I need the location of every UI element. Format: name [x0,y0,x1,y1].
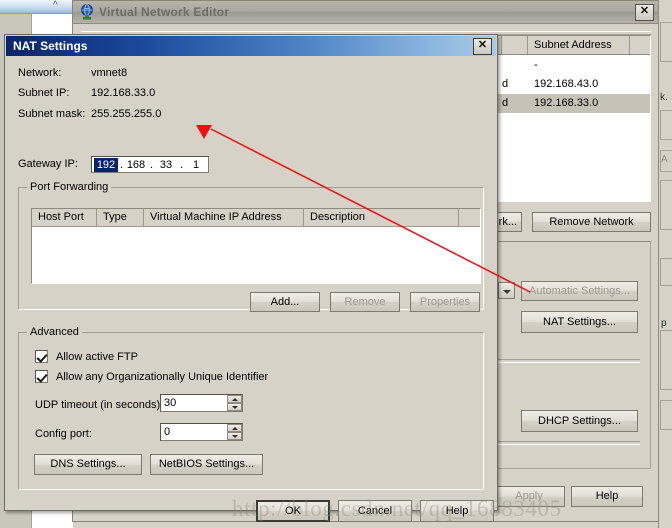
allow-active-ftp-checkbox[interactable] [35,350,48,363]
network-value: vmnet8 [91,67,128,79]
subnet-mask-value: 255.255.255.0 [91,108,162,120]
stepper-up-icon[interactable] [227,424,242,432]
advanced-group: Advanced Allow active FTP Allow any Orga… [18,326,484,490]
dns-settings-button[interactable]: DNS Settings... [34,454,142,475]
allow-active-ftp-label: Allow active FTP [56,351,138,363]
pf-col-spacer[interactable] [459,209,480,226]
vne-row-type-fragment: d [502,78,509,90]
globe-network-icon [81,4,93,20]
left-window-titlebar [0,0,72,14]
vne-title: Virtual Network Editor [99,5,230,19]
gateway-ip-input[interactable]: 192 . 168 . 33 . 1 [91,156,209,173]
gateway-ip-label: Gateway IP: [18,158,78,170]
udp-timeout-input[interactable]: 30 [160,394,243,412]
config-port-stepper[interactable] [227,424,242,440]
vne-divider-1 [493,359,640,363]
gateway-ip-dot-3: . [180,159,184,171]
port-forwarding-remove-button: Remove [330,292,400,312]
pf-col-vm-ip-address[interactable]: Virtual Machine IP Address [144,209,304,226]
gateway-ip-octet-3[interactable]: 33 [154,158,178,172]
udp-timeout-value: 30 [164,397,177,409]
right-window-fragment-a: k. [660,92,668,103]
vne-help-button[interactable]: Help [571,486,643,507]
remove-network-button[interactable]: Remove Network [532,212,651,232]
vne-col-header-right[interactable] [630,36,650,54]
nat-settings-button[interactable]: NAT Settings... [521,311,638,333]
vne-row-type-fragment: d [502,97,509,109]
stepper-down-icon[interactable] [227,403,242,411]
watermark-text: http://blog.csdn.net/qq_16883405 [232,496,562,521]
netbios-settings-button[interactable]: NetBIOS Settings... [150,454,263,475]
port-forwarding-group: Port Forwarding Host Port Type Virtual M… [18,181,484,312]
udp-timeout-label: UDP timeout (in seconds): [35,399,164,411]
right-window-fragment-b: A [661,154,668,165]
nat-dialog-titlebar: NAT Settings ✕ [6,36,496,56]
right-window-button-b[interactable] [660,258,672,286]
vne-divider-2 [493,441,640,445]
advanced-group-title: Advanced [27,326,82,338]
gateway-ip-dot-1: . [120,159,124,171]
gateway-ip-octet-1[interactable]: 192 [94,158,118,172]
pf-col-host-port[interactable]: Host Port [32,209,97,226]
udp-timeout-stepper[interactable] [227,395,242,411]
allow-oui-checkbox[interactable] [35,370,48,383]
nat-dialog-title: NAT Settings [13,39,88,53]
pf-col-description[interactable]: Description [304,209,459,226]
config-port-value: 0 [164,426,171,438]
config-port-input[interactable]: 0 [160,423,243,441]
nat-dialog-close-button[interactable]: ✕ [473,38,492,55]
gateway-ip-octet-4[interactable]: 1 [184,158,208,172]
stepper-down-icon[interactable] [227,432,242,440]
vne-combo-dropdown-arrow[interactable] [498,282,515,299]
port-forwarding-group-title: Port Forwarding [27,181,112,193]
port-forwarding-add-button[interactable]: Add... [250,292,320,312]
dhcp-settings-button[interactable]: DHCP Settings... [521,410,638,432]
right-background-window: k. A p [658,0,672,528]
chevron-up-icon: ^ [53,0,58,11]
port-forwarding-table[interactable]: Host Port Type Virtual Machine IP Addres… [31,208,481,284]
right-window-fragment-c: p [661,318,667,329]
subnet-mask-label: Subnet mask: [18,108,86,120]
vne-titlebar: Virtual Network Editor ✕ [73,1,659,24]
network-label: Network: [18,67,62,79]
gateway-ip-dot-2: . [150,159,154,171]
port-forwarding-properties-button: Properties [410,292,480,312]
subnet-ip-value: 192.168.33.0 [91,87,156,99]
allow-oui-label: Allow any Organizationally Unique Identi… [56,371,269,383]
nat-settings-dialog: NAT Settings ✕ Network: vmnet8 Subnet IP… [4,34,498,522]
stepper-up-icon[interactable] [227,395,242,403]
screenshot-root: ^ Virtual Network Editor ✕ Subnet Addres… [0,0,672,528]
vne-row-subnet-address: - [534,59,538,71]
port-forwarding-table-header: Host Port Type Virtual Machine IP Addres… [32,209,480,227]
gateway-ip-octet-2[interactable]: 168 [124,158,148,172]
vne-row-subnet-address: 192.168.43.0 [534,78,599,90]
subnet-ip-label: Subnet IP: [18,87,70,99]
pf-col-type[interactable]: Type [97,209,144,226]
vne-close-button[interactable]: ✕ [635,4,654,21]
vne-col-header-type[interactable] [502,36,528,54]
automatic-settings-button: Automatic Settings... [521,281,638,301]
vne-row-subnet-address: 192.168.33.0 [534,97,599,109]
config-port-label: Config port: [35,428,92,440]
vne-col-header-subnet-address[interactable]: Subnet Address [528,36,630,54]
